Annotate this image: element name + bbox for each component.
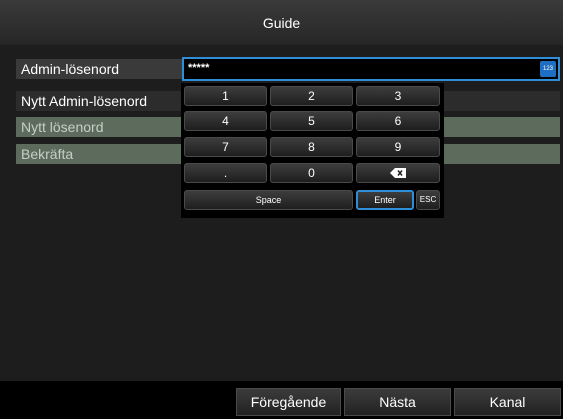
enter-key[interactable]: Enter xyxy=(356,190,414,210)
previous-button[interactable]: Föregående xyxy=(236,388,341,416)
page-title: Guide xyxy=(262,14,301,31)
admin-password-label: Admin-lösenord xyxy=(21,61,120,77)
next-button[interactable]: Nästa xyxy=(344,388,451,416)
confirm-label: Bekräfta xyxy=(21,146,74,162)
key-7[interactable]: 7 xyxy=(184,137,267,157)
new-admin-password-label: Nytt Admin-lösenord xyxy=(21,93,148,109)
channel-button[interactable]: Kanal xyxy=(454,388,561,416)
key-6[interactable]: 6 xyxy=(356,111,440,131)
esc-key[interactable]: ESC xyxy=(416,190,440,210)
key-5[interactable]: 5 xyxy=(270,111,353,131)
key-dot[interactable]: . xyxy=(184,163,267,183)
guide-screen: Guide Admin-lösenord ***** 123 Nytt Admi… xyxy=(0,0,563,419)
backspace-icon xyxy=(390,165,406,183)
numeric-keypad: 1 2 3 4 5 6 7 8 9 . 0 Space Enter ESC xyxy=(181,83,444,218)
keyboard-mode-icon[interactable]: 123 xyxy=(540,61,556,77)
key-2[interactable]: 2 xyxy=(270,86,353,106)
space-key[interactable]: Space xyxy=(184,190,353,210)
admin-password-input[interactable]: ***** xyxy=(182,57,560,81)
new-password-label: Nytt lösenord xyxy=(21,119,104,135)
key-9[interactable]: 9 xyxy=(356,137,440,157)
key-0[interactable]: 0 xyxy=(270,163,353,183)
title-bar: Guide xyxy=(0,0,563,45)
key-3[interactable]: 3 xyxy=(356,86,440,106)
key-4[interactable]: 4 xyxy=(184,111,267,131)
admin-password-value: ***** xyxy=(188,62,210,74)
key-1[interactable]: 1 xyxy=(184,86,267,106)
backspace-key[interactable] xyxy=(356,163,440,183)
key-8[interactable]: 8 xyxy=(270,137,353,157)
